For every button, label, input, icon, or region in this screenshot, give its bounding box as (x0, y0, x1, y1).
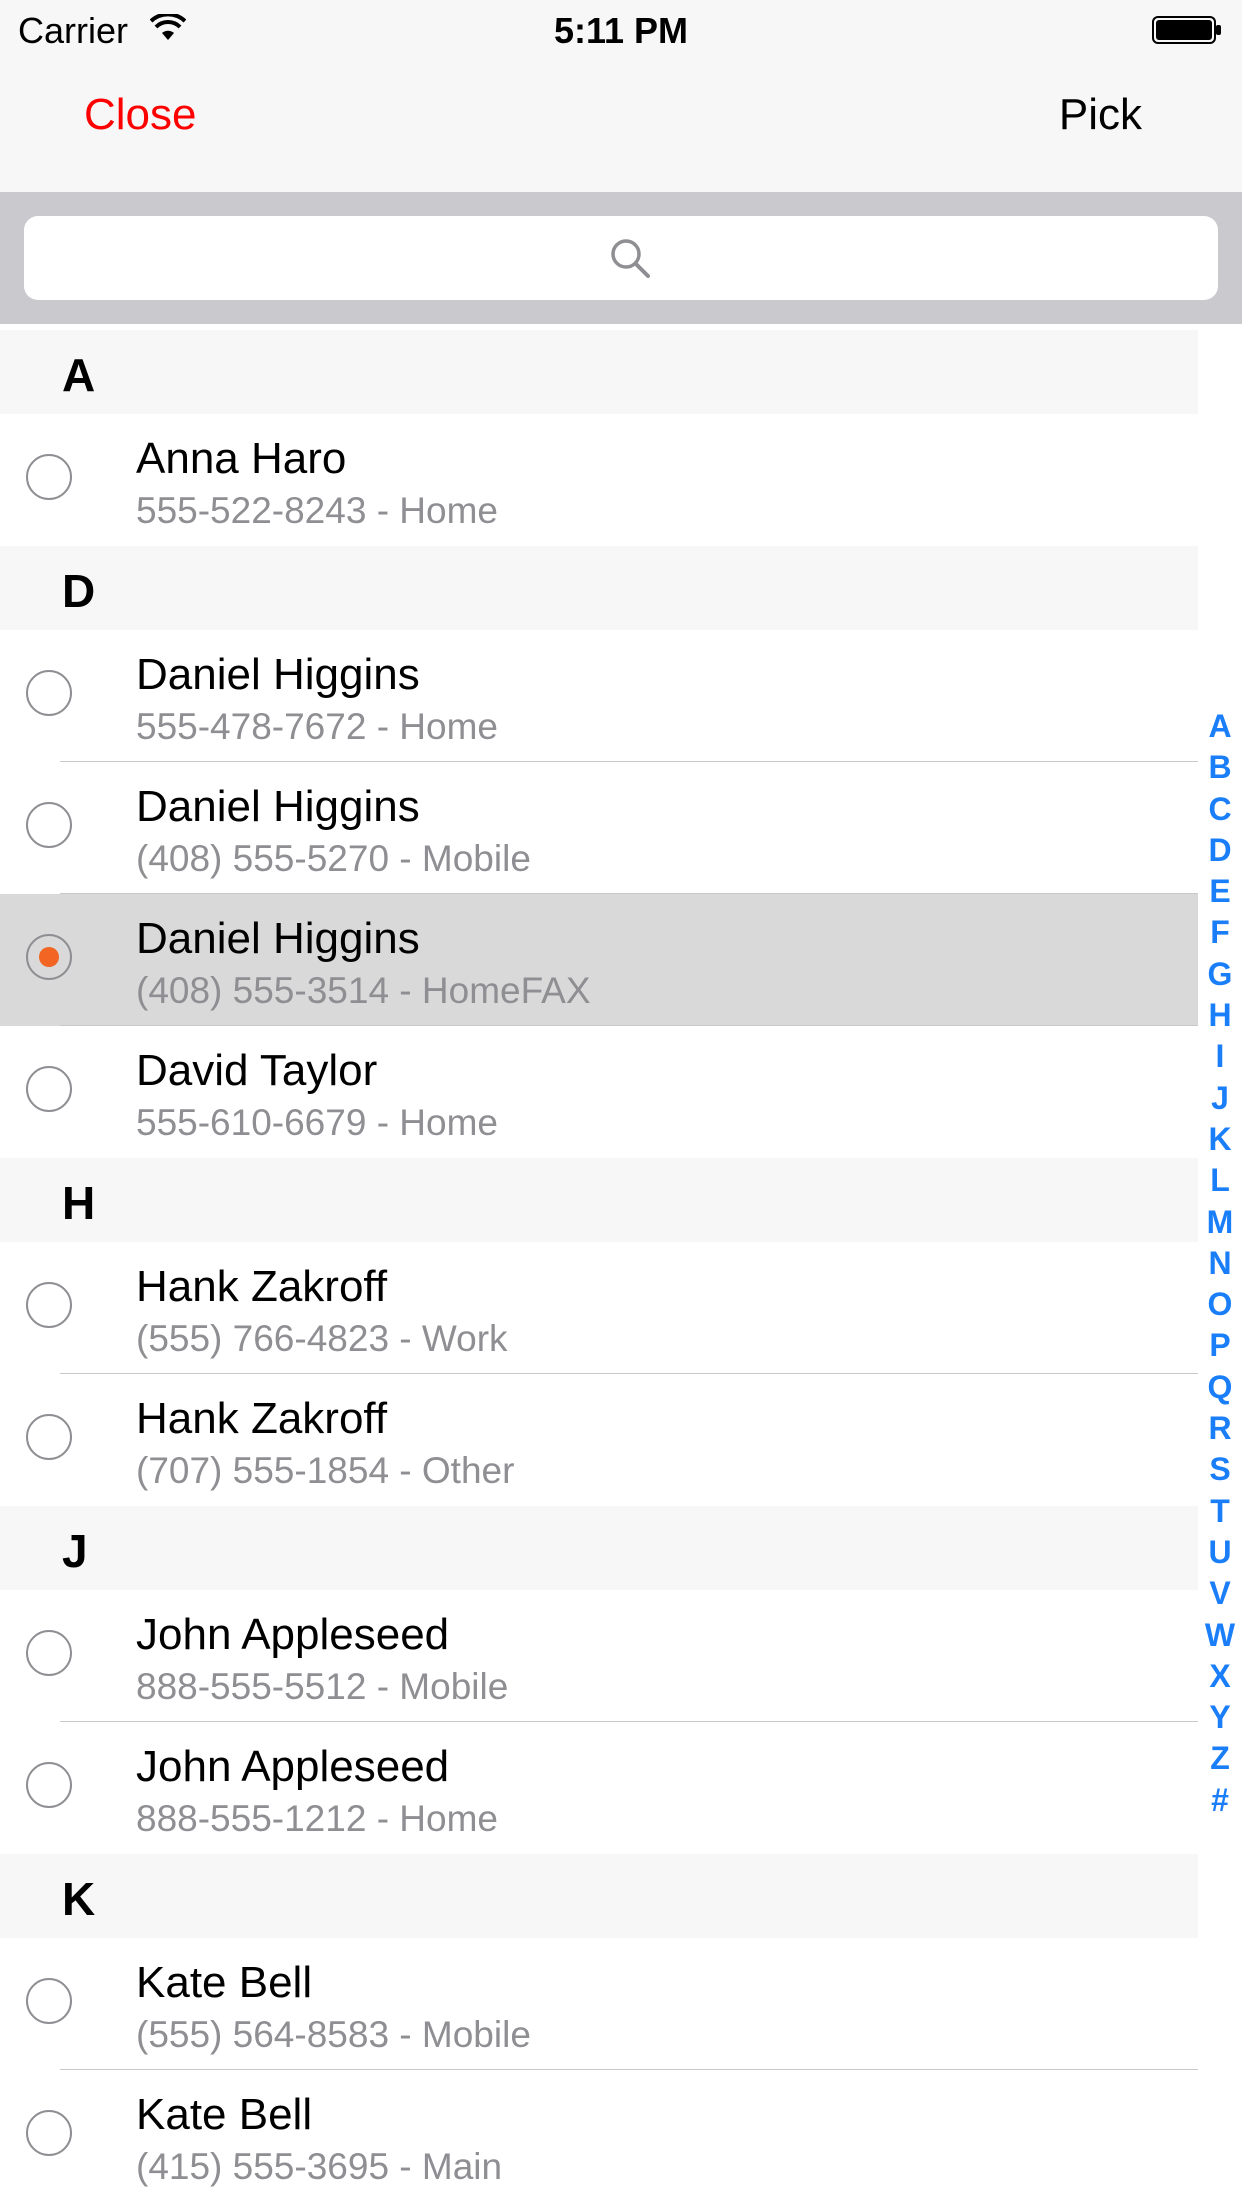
contact-row[interactable]: Anna Haro 555-522-8243 - Home (0, 414, 1198, 546)
section-header: J (0, 1506, 1198, 1590)
contact-name: John Appleseed (136, 1742, 450, 1791)
radio-unselected-icon[interactable] (26, 2110, 72, 2156)
index-letter[interactable]: P (1198, 1325, 1242, 1366)
contact-row[interactable]: Daniel Higgins (408) 555-3514 - HomeFAX (0, 894, 1198, 1026)
index-letter[interactable]: G (1198, 954, 1242, 995)
contact-name: Kate Bell (136, 1958, 313, 2007)
section-letter: A (62, 349, 96, 401)
section-header: A (0, 330, 1198, 414)
contact-phone-detail: (408) 555-3514 - HomeFAX (136, 970, 591, 1011)
contact-name: Kate Bell (136, 2090, 313, 2139)
radio-unselected-icon[interactable] (26, 1066, 72, 1112)
contact-phone-detail: (408) 555-5270 - Mobile (136, 838, 531, 879)
index-letter[interactable]: Z (1198, 1738, 1242, 1779)
radio-unselected-icon[interactable] (26, 454, 72, 500)
contact-row[interactable]: Kate Bell (555) 564-8583 - Mobile (0, 1938, 1198, 2070)
search-input[interactable] (24, 216, 1218, 300)
contact-phone-detail: (555) 766-4823 - Work (136, 1318, 508, 1359)
radio-unselected-icon[interactable] (26, 1978, 72, 2024)
contact-row[interactable]: John Appleseed 888-555-1212 - Home (0, 1722, 1198, 1854)
index-letter[interactable]: B (1198, 747, 1242, 788)
section-letter: D (62, 565, 96, 617)
section-header: H (0, 1158, 1198, 1242)
contact-phone-detail: (415) 555-3695 - Main (136, 2146, 503, 2187)
index-letter[interactable]: N (1198, 1243, 1242, 1284)
section-letter: K (62, 1873, 96, 1925)
contact-phone-detail: 888-555-5512 - Mobile (136, 1666, 509, 1707)
index-letter[interactable]: Y (1198, 1697, 1242, 1738)
contact-phone-detail: (555) 564-8583 - Mobile (136, 2014, 531, 2055)
contact-row[interactable]: Hank Zakroff (555) 766-4823 - Work (0, 1242, 1198, 1374)
index-letter[interactable]: E (1198, 871, 1242, 912)
contact-name: David Taylor (136, 1046, 378, 1095)
index-letter[interactable]: V (1198, 1573, 1242, 1614)
index-letter[interactable]: M (1198, 1202, 1242, 1243)
radio-unselected-icon[interactable] (26, 1762, 72, 1808)
search-icon (611, 239, 650, 278)
radio-dot-icon (39, 947, 59, 967)
contact-name: Hank Zakroff (136, 1262, 388, 1311)
status-time: 5:11 PM (553, 10, 689, 51)
index-letter[interactable]: X (1198, 1656, 1242, 1697)
index-letter[interactable]: Q (1198, 1367, 1242, 1408)
section-letter: J (62, 1525, 88, 1577)
contact-name: Daniel Higgins (136, 782, 420, 831)
contact-name: Daniel Higgins (136, 914, 420, 963)
contact-name: Daniel Higgins (136, 650, 420, 699)
contact-phone-detail: (707) 555-1854 - Other (136, 1450, 515, 1491)
index-letter[interactable]: H (1198, 995, 1242, 1036)
index-letter[interactable]: I (1198, 1036, 1242, 1077)
index-letter[interactable]: C (1198, 789, 1242, 830)
contact-phone-detail: 555-610-6679 - Home (136, 1102, 498, 1143)
contact-row[interactable]: John Appleseed 888-555-5512 - Mobile (0, 1590, 1198, 1722)
index-letter[interactable]: D (1198, 830, 1242, 871)
index-letter[interactable]: S (1198, 1449, 1242, 1490)
index-letter[interactable]: F (1198, 912, 1242, 953)
radio-unselected-icon[interactable] (26, 670, 72, 716)
contact-row[interactable]: Kate Bell (415) 555-3695 - Main (0, 2070, 1198, 2202)
contact-name: Hank Zakroff (136, 1394, 388, 1443)
index-letter[interactable]: O (1198, 1284, 1242, 1325)
search-bar (0, 192, 1242, 324)
contact-list: A Anna Haro 555-522-8243 - Home D Daniel Hig… (0, 330, 1198, 2202)
radio-selected-icon[interactable] (26, 934, 72, 980)
radio-unselected-icon[interactable] (26, 1414, 72, 1460)
close-button[interactable]: Close (84, 90, 197, 140)
battery-icon (1152, 16, 1221, 44)
index-letter[interactable]: A (1198, 706, 1242, 747)
contact-phone-detail: 888-555-1212 - Home (136, 1798, 498, 1839)
contact-name: John Appleseed (136, 1610, 450, 1659)
section-header: D (0, 546, 1198, 630)
contact-row[interactable]: Daniel Higgins 555-478-7672 - Home (0, 630, 1198, 762)
index-letter[interactable]: # (1198, 1780, 1242, 1821)
pick-button[interactable]: Pick (1059, 90, 1142, 140)
index-letter[interactable]: T (1198, 1491, 1242, 1532)
contact-row[interactable]: David Taylor 555-610-6679 - Home (0, 1026, 1198, 1158)
index-letter[interactable]: W (1198, 1615, 1242, 1656)
contact-row[interactable]: Hank Zakroff (707) 555-1854 - Other (0, 1374, 1198, 1506)
contact-name: Anna Haro (136, 434, 347, 483)
contact-phone-detail: 555-522-8243 - Home (136, 490, 498, 531)
contact-row[interactable]: Daniel Higgins (408) 555-5270 - Mobile (0, 762, 1198, 894)
radio-unselected-icon[interactable] (26, 1282, 72, 1328)
radio-unselected-icon[interactable] (26, 802, 72, 848)
index-letter[interactable]: J (1198, 1078, 1242, 1119)
section-index[interactable]: A B C D E F G H I J K L M N O P Q R S T U V W X Y Z # (1198, 706, 1242, 1821)
contact-phone-detail: 555-478-7672 - Home (136, 706, 498, 747)
index-letter[interactable]: R (1198, 1408, 1242, 1449)
radio-unselected-icon[interactable] (26, 1630, 72, 1676)
section-header: K (0, 1854, 1198, 1938)
section-letter: H (62, 1177, 96, 1229)
index-letter[interactable]: L (1198, 1160, 1242, 1201)
index-letter[interactable]: K (1198, 1119, 1242, 1160)
index-letter[interactable]: U (1198, 1532, 1242, 1573)
navigation-bar: Close Pick (0, 60, 1242, 192)
status-bar: Carrier 5:11 PM (0, 0, 1242, 60)
